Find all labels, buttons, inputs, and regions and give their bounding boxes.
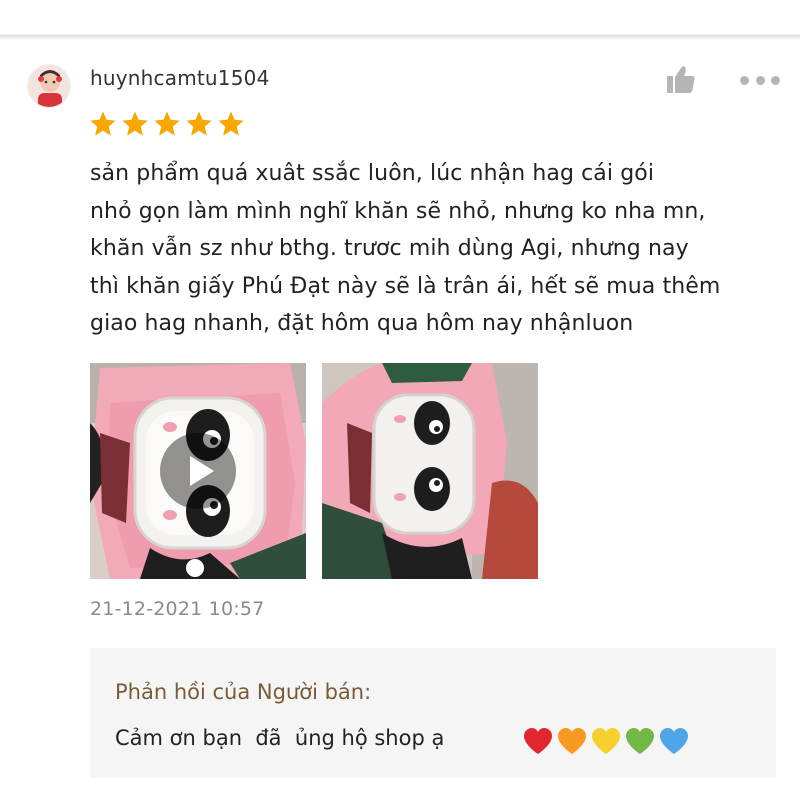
review-line: sản phẩm quá xuât ssắc luôn, lúc nhận ha… (90, 161, 655, 186)
green-heart-icon (626, 728, 654, 754)
top-divider (0, 0, 800, 40)
user-avatar[interactable] (27, 64, 71, 108)
more-options-icon (740, 75, 749, 85)
heart-emojis (522, 726, 690, 756)
avatar-image (28, 65, 70, 107)
review-line: giao hag nhanh, đặt hôm qua hôm nay nhận… (90, 311, 634, 336)
orange-heart-icon (558, 728, 586, 754)
review-text: sản phẩm quá xuât ssắc luôn, lúc nhận ha… (90, 155, 790, 343)
star-icon (154, 111, 180, 136)
seller-reply-text: Cảm ơn bạn đã ủng hộ shop ạ (115, 726, 445, 750)
review-photo-thumbnail[interactable] (322, 363, 538, 579)
review-line: thì khăn giấy Phú Đạt này sẽ là trân ái,… (90, 273, 721, 299)
like-button[interactable] (664, 64, 698, 96)
star-icon (186, 111, 212, 136)
star-icon (218, 111, 244, 136)
thumbs-up-icon (667, 66, 695, 93)
seller-reply: Phản hồi của Người bán: Cảm ơn bạn đã ủn… (90, 648, 776, 778)
star-rating (89, 110, 245, 138)
more-options-icon (771, 75, 780, 85)
more-options-button[interactable] (740, 70, 780, 90)
yellow-heart-icon (592, 728, 620, 754)
review-timestamp: 21-12-2021 10:57 (90, 598, 265, 620)
seller-reply-title: Phản hồi của Người bán: (115, 680, 372, 704)
username[interactable]: huynhcamtu1504 (90, 66, 270, 90)
star-icon (122, 111, 148, 136)
red-heart-icon (524, 728, 552, 754)
play-icon (190, 456, 214, 486)
star-icon (90, 111, 116, 136)
more-options-icon (755, 75, 765, 85)
product-photo (322, 363, 538, 579)
blue-heart-icon (660, 728, 688, 754)
review-line: khăn vẫn sz như bthg. trươc mih dùng Agi… (90, 236, 689, 261)
review-line: nhỏ gọn làm mình nghĩ khăn sẽ nhỏ, nhưng… (90, 198, 706, 224)
review-video-thumbnail[interactable] (90, 363, 306, 579)
play-button[interactable] (160, 433, 236, 509)
